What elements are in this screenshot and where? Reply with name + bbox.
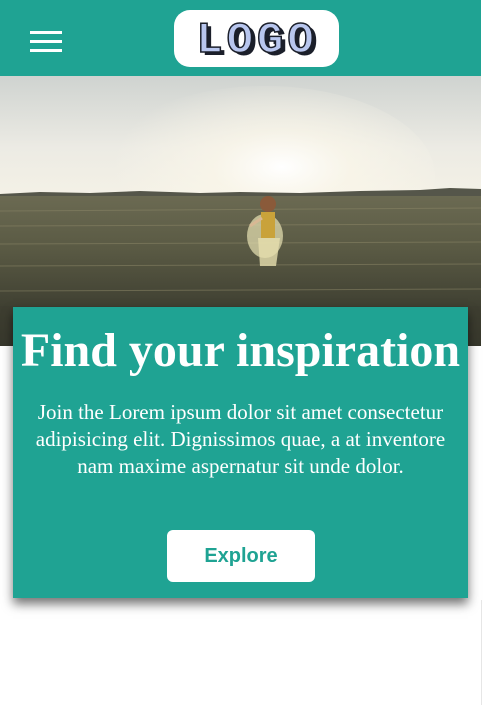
explore-button[interactable]: Explore <box>167 530 315 582</box>
hero-image <box>0 76 481 346</box>
panel-text: Join the Lorem ipsum dolor sit amet cons… <box>35 400 446 478</box>
panel-title: Find your inspiration <box>20 324 461 377</box>
header: LOGO LOGO <box>0 0 481 76</box>
logo[interactable]: LOGO LOGO <box>174 10 339 67</box>
hero-panel: Find your inspiration Join the Lorem ips… <box>13 307 468 598</box>
page-edge-divider <box>481 600 482 705</box>
hamburger-menu-icon[interactable] <box>30 31 62 53</box>
logo-text: LOGO <box>196 17 318 61</box>
